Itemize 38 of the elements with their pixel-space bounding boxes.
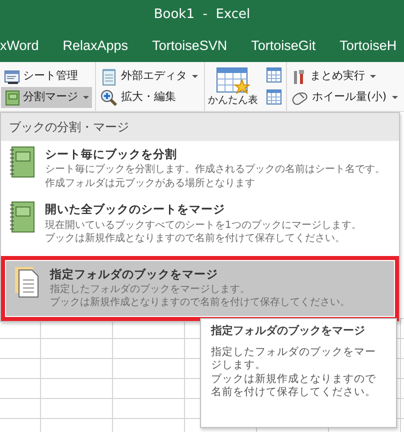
menu-item[interactable]: シート毎にブックを分割 シート毎にブックを分割します。作成されるブックの名前はシート名です。 作成フォルダは元ブックがある場所となります xyxy=(1,141,399,196)
window-icon xyxy=(4,68,20,84)
mouse-icon xyxy=(291,90,309,104)
ribbon-button[interactable]: 外部エディタ xyxy=(97,66,201,87)
menu-item-description: シート毎にブックを分割します。作成されるブックの名前はシート名です。 xyxy=(45,163,385,177)
menu-item-description: ブックは新規作成となりますので名前を付けて保存してください。 xyxy=(45,232,346,246)
book-icon xyxy=(4,90,20,106)
menu-item[interactable]: 開いた全ブックのシートをマージ 現在開いているブックすべてのシートを1つのブックにマージします。 ブックは新規作成となりますので名前を付けて保存してください。 xyxy=(1,196,399,252)
ribbon-button[interactable]: まとめ実行 xyxy=(288,66,401,87)
ribbon-tab[interactable]: RelaxApps xyxy=(62,36,128,56)
tooltip-text: ブックは新規作成となりますので名前を付けて保存してください。 xyxy=(211,372,377,400)
menu-item-title: 指定フォルダのブックをマージ xyxy=(50,266,219,282)
tooltip-text: 指定したフォルダのブックをマージします。 xyxy=(211,346,377,373)
menu-item-title: シート毎にブックを分割 xyxy=(45,146,178,163)
ribbon-button[interactable]: 分割マージ xyxy=(1,87,92,108)
ribbon-button[interactable]: シート管理 xyxy=(1,66,92,87)
table-star-icon xyxy=(215,66,251,96)
menu-item-description: ブックは新規作成となりますので名前を付けて保存してください。 xyxy=(50,296,350,310)
notepad-icon xyxy=(100,68,118,86)
magnifier-icon xyxy=(100,88,118,106)
menu-item-description: 現在開いているブックすべてのシートを1つのブックにマージします。 xyxy=(45,218,362,232)
menu-item-title: 開いた全ブックのシートをマージ xyxy=(45,201,226,218)
ribbon-tab[interactable]: TortoiseGit xyxy=(251,36,316,56)
ribbon-button[interactable]: かんたん表 xyxy=(206,66,260,111)
ribbon-tab[interactable]: xWord xyxy=(0,36,39,56)
window-title: Book1 - Excel xyxy=(154,6,250,24)
ribbon-tab[interactable]: TortoiseH xyxy=(340,36,397,56)
ribbon-button[interactable]: 拡大・編集 xyxy=(97,87,201,108)
table-button[interactable] xyxy=(265,88,283,106)
ribbon-tab[interactable]: TortoiseSVN xyxy=(152,36,228,56)
menu-header: ブックの分割・マージ xyxy=(1,113,399,141)
ribbon-button[interactable]: ホイール量(小) xyxy=(288,87,401,108)
menu-item-description: 指定したフォルダのブックをマージします。 xyxy=(50,282,251,296)
menu-item-description: 作成フォルダは元ブックがある場所となります xyxy=(45,176,256,190)
tooltip-title: 指定フォルダのブックをマージ xyxy=(211,323,366,339)
menu-item[interactable]: 指定フォルダのブックをマージ 指定したフォルダのブックをマージします。 ブックは新規作成となりますので名前を付けて保存してください。 xyxy=(6,260,394,316)
table-button[interactable] xyxy=(265,66,283,84)
tools-icon xyxy=(291,68,307,84)
